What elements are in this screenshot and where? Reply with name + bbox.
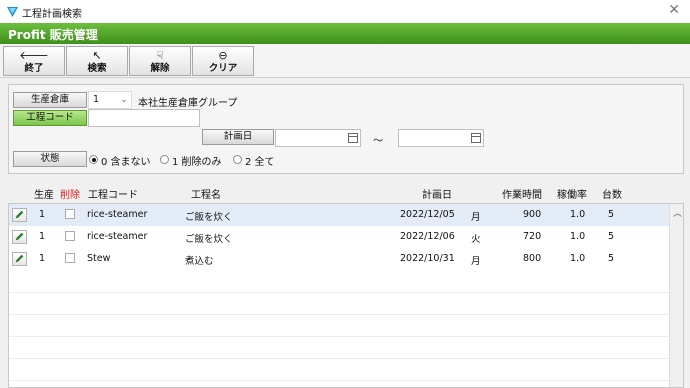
cell-code: rice-steamer <box>87 209 148 220</box>
status-radio-2[interactable] <box>233 155 242 164</box>
row-divider <box>9 314 669 315</box>
cell-prod: 1 <box>39 209 46 220</box>
delete-checkbox[interactable] <box>65 209 75 219</box>
table-row[interactable]: 1 rice-steamer ご飯を炊く 2022/12/05 月 900 1.… <box>9 204 669 226</box>
column-header-units: 台数 <box>602 190 622 201</box>
cell-name: ご飯を炊く <box>185 234 233 245</box>
cell-rate: 1.0 <box>570 209 586 220</box>
app-banner: Profit 販売管理 <box>0 23 690 44</box>
warehouse-code-select[interactable]: 1 ⌄ <box>88 91 132 109</box>
row-divider <box>9 380 669 381</box>
cell-name: 煮込む <box>185 256 214 267</box>
cell-hours: 720 <box>523 231 542 242</box>
edit-icon[interactable] <box>12 252 27 266</box>
cell-date: 2022/10/31 <box>400 253 455 264</box>
clear-label: クリア <box>208 63 238 74</box>
search-panel: 生産倉庫 1 ⌄ 本社生産倉庫グループ 工程コード 計画日 ～ 状態 0 含まな… <box>8 84 684 174</box>
search-button[interactable]: ↖ 検索 <box>66 46 128 76</box>
process-code-button[interactable]: 工程コード <box>13 110 87 126</box>
cell-units: 5 <box>608 209 615 220</box>
plan-date-to-input[interactable] <box>398 129 484 147</box>
table-row[interactable]: 1 Stew 煮込む 2022/10/31 月 800 1.0 5 <box>9 248 669 270</box>
date-range-separator: ～ <box>373 136 383 147</box>
row-divider <box>9 292 669 293</box>
clear-button[interactable]: ⊖ クリア <box>192 46 254 76</box>
release-button[interactable]: ☟ 解除 <box>129 46 191 76</box>
minus-circle-icon: ⊖ <box>218 49 228 62</box>
exit-button[interactable]: 🡐 終了 <box>3 46 65 76</box>
cell-dow: 火 <box>471 234 481 245</box>
toolbar: 🡐 終了 ↖ 検索 ☟ 解除 ⊖ クリア <box>0 44 690 78</box>
cell-prod: 1 <box>39 253 46 264</box>
column-header-hours: 作業時間 <box>502 190 542 201</box>
plan-date-button[interactable]: 計画日 <box>202 129 274 145</box>
cell-date: 2022/12/06 <box>400 231 455 242</box>
status-button[interactable]: 状態 <box>13 151 87 167</box>
cell-units: 5 <box>608 253 615 264</box>
close-icon[interactable]: ✕ <box>668 2 680 18</box>
warehouse-name: 本社生産倉庫グループ <box>138 98 238 109</box>
row-divider <box>9 358 669 359</box>
cell-code: rice-steamer <box>87 231 148 242</box>
status-option-0: 0 含まない <box>101 157 151 168</box>
cell-units: 5 <box>608 231 615 242</box>
warehouse-code-value: 1 <box>93 94 100 105</box>
calendar-icon[interactable] <box>348 133 358 143</box>
column-header-code: 工程コード <box>88 190 138 201</box>
cursor-icon: ↖ <box>92 49 102 62</box>
column-header-prod: 生産 <box>34 190 54 201</box>
cell-rate: 1.0 <box>570 231 586 242</box>
search-label: 検索 <box>87 63 107 74</box>
cell-dow: 月 <box>471 212 481 223</box>
app-icon <box>7 7 18 17</box>
column-header-delete: 削除 <box>60 190 80 201</box>
table-row[interactable]: 1 rice-steamer ご飯を炊く 2022/12/06 火 720 1.… <box>9 226 669 248</box>
plan-date-from-input[interactable] <box>275 129 361 147</box>
chevron-down-icon: ⌄ <box>120 94 128 105</box>
edit-icon[interactable] <box>12 208 27 222</box>
cell-hours: 800 <box>523 253 542 264</box>
window-title: 工程計画検索 <box>22 9 82 20</box>
status-radio-0[interactable] <box>89 155 98 164</box>
warehouse-button[interactable]: 生産倉庫 <box>13 92 87 108</box>
row-divider <box>9 336 669 337</box>
delete-checkbox[interactable] <box>65 231 75 241</box>
result-grid: 1 rice-steamer ご飯を炊く 2022/12/05 月 900 1.… <box>8 203 684 388</box>
status-radio-1[interactable] <box>160 155 169 164</box>
title-bar: 工程計画検索 ✕ <box>0 0 690 23</box>
cell-rate: 1.0 <box>570 253 586 264</box>
arrow-left-icon: 🡐 <box>19 49 49 62</box>
status-option-1: 1 削除のみ <box>172 157 222 168</box>
edit-icon[interactable] <box>12 230 27 244</box>
cell-date: 2022/12/05 <box>400 209 455 220</box>
status-option-2: 2 全て <box>245 157 275 168</box>
vertical-scrollbar[interactable]: ︿ <box>669 204 683 387</box>
brand-title: Profit 販売管理 <box>8 28 98 42</box>
release-label: 解除 <box>150 63 170 74</box>
delete-checkbox[interactable] <box>65 253 75 263</box>
exit-label: 終了 <box>24 63 44 74</box>
chevron-up-icon[interactable]: ︿ <box>673 206 682 219</box>
cell-code: Stew <box>87 253 111 264</box>
cell-hours: 900 <box>523 209 542 220</box>
calendar-icon[interactable] <box>471 133 481 143</box>
cell-dow: 月 <box>471 256 481 267</box>
cell-prod: 1 <box>39 231 46 242</box>
column-header-date: 計画日 <box>422 190 452 201</box>
column-header-name: 工程名 <box>191 190 221 201</box>
pointer-icon: ☟ <box>156 49 164 62</box>
column-header-rate: 稼働率 <box>557 190 587 201</box>
process-code-input[interactable] <box>88 109 200 127</box>
cell-name: ご飯を炊く <box>185 212 233 223</box>
